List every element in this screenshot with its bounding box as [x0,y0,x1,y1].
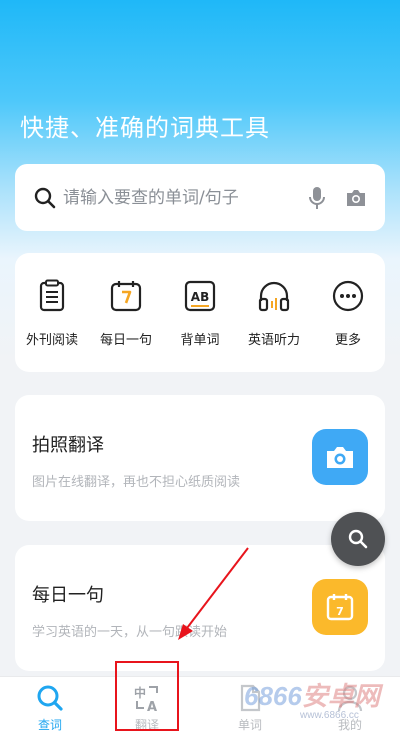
svg-text:中: 中 [134,685,146,700]
tool-foreign-journal-reading[interactable]: 外刊阅读 [15,253,89,372]
feature-subtitle: 图片在线翻译，再也不担心纸质阅读 [32,475,241,490]
tab-lookup[interactable]: 查词 [0,677,100,738]
calendar-icon: 7 [326,594,354,621]
clipboard-icon [39,279,65,312]
watermark: 6866安卓网 [244,681,380,711]
tab-translate[interactable]: 中 A 翻译 [97,677,197,738]
feature-title: 每日一句 [32,585,104,606]
tab-label: 查词 [37,718,62,732]
tool-label: 更多 [334,333,361,348]
microphone-icon[interactable] [307,186,327,210]
daily-sentence-button[interactable]: 7 [312,579,368,635]
svg-text:AB: AB [191,290,209,304]
watermark-url: www.6866.cc [300,710,359,721]
camera-icon [327,447,353,468]
translate-icon: 中 A [134,685,158,713]
floating-search-button[interactable] [331,512,385,566]
calendar-day: 7 [336,605,344,618]
tab-label: 单词 [237,718,262,732]
calendar-icon [110,281,142,312]
tool-english-listening[interactable]: 英语听力 [237,253,311,372]
search-icon [348,529,368,549]
feature-subtitle: 学习英语的一天，从一句跟读开始 [32,625,228,640]
more-dots-icon [332,280,364,312]
tab-label: 翻译 [134,718,159,732]
svg-text:A: A [147,700,157,713]
page-title: 快捷、准确的词典工具 [20,114,270,142]
search-icon [37,685,63,711]
ab-card-icon: AB [184,280,216,312]
tool-label: 英语听力 [247,333,300,348]
quick-tools-card: 外刊阅读 每日一句 AB 背单词 英语听力 更多 [15,253,385,372]
search-input[interactable] [63,187,299,208]
tool-memorize-words[interactable]: AB 背单词 [163,253,237,372]
feature-card-photo-translate[interactable]: 拍照翻译 图片在线翻译，再也不担心纸质阅读 [15,395,385,521]
search-bar[interactable] [15,164,385,231]
search-icon [34,187,56,208]
feature-card-daily-sentence[interactable]: 每日一句 学习英语的一天，从一句跟读开始 7 [15,545,385,671]
tool-daily-sentence[interactable]: 每日一句 [89,253,163,372]
tool-label: 外刊阅读 [25,333,78,348]
photo-translate-button[interactable] [312,429,368,485]
camera-icon[interactable] [345,188,367,208]
tool-more[interactable]: 更多 [311,253,385,372]
tool-label: 背单词 [180,333,220,348]
tool-label: 每日一句 [99,333,152,348]
feature-title: 拍照翻译 [32,435,104,456]
headphones-icon [258,281,290,312]
